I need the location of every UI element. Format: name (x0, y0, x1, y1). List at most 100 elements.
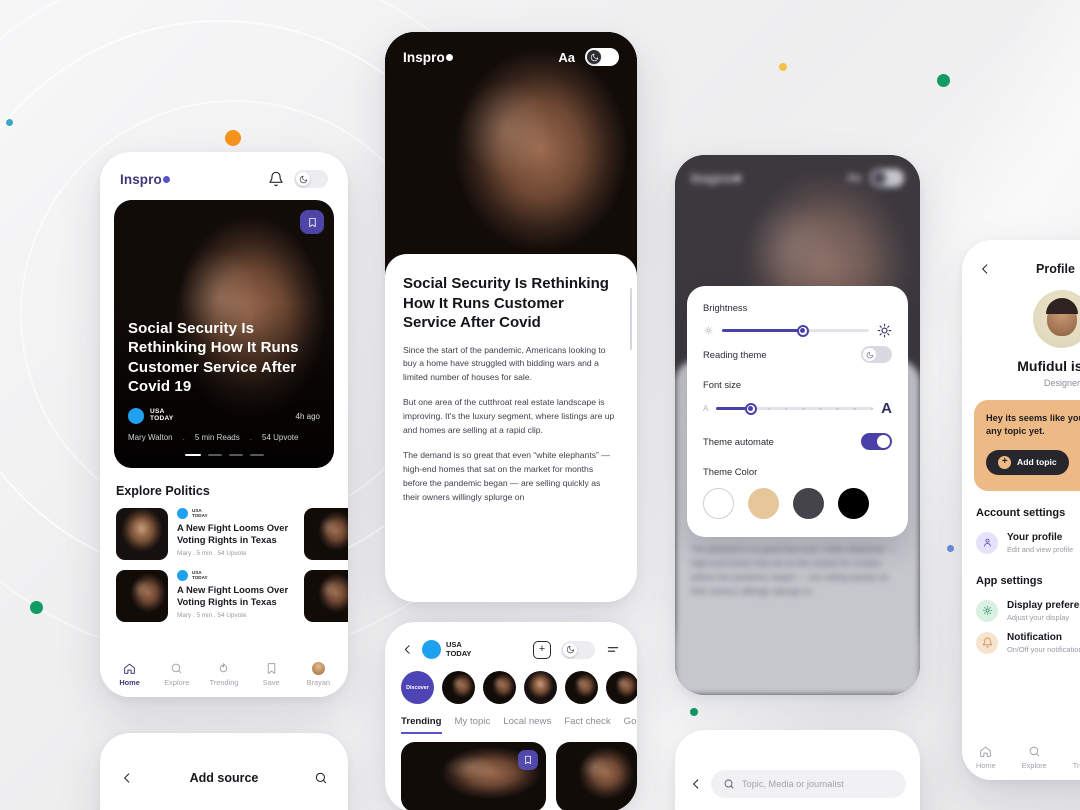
plus-icon[interactable]: + (533, 640, 551, 659)
settings-item-subtitle: On/Off your notification (1007, 644, 1080, 654)
swatch-black[interactable] (838, 488, 869, 519)
hero-readtime: 5 min Reads (194, 433, 240, 442)
dot-green2 (30, 601, 43, 614)
bell-icon[interactable] (268, 171, 284, 187)
bookmark-icon[interactable] (300, 210, 324, 234)
phone-topics-screen: USA TODAY + Discover Trending My topic L… (385, 622, 637, 810)
sidebar-item-home[interactable]: Home (106, 662, 153, 687)
list-item[interactable]: USA TODAY A New Fight Looms Over Voting R… (116, 570, 294, 622)
settings-item-your-profile[interactable]: Your profile Edit and view profile (962, 527, 1080, 559)
bookmark-icon[interactable] (517, 750, 538, 770)
sidebar-item-trending[interactable]: Trending (1073, 745, 1080, 770)
tab-my-topic[interactable]: My topic (455, 716, 491, 734)
chevron-left-icon[interactable] (978, 262, 992, 276)
bell-icon (976, 631, 998, 654)
theme-color-swatches (703, 488, 892, 519)
bottom-navigation: Home Explore Trending (962, 734, 1080, 780)
story-list: Discover (385, 659, 637, 704)
dot-blue (947, 545, 954, 552)
font-size-slider[interactable]: A A (703, 400, 892, 417)
phone-profile-screen: Profile Mufidul islam Designer Hey its s… (962, 240, 1080, 780)
section-title-explore-politics: Explore Politics (116, 484, 210, 498)
page-title: Add source (189, 771, 259, 785)
theme-automate-toggle[interactable] (861, 433, 892, 450)
settings-item-notification[interactable]: Notification On/Off your notification (962, 627, 1080, 659)
hero-meta: Mary Walton. 5 min Reads. 54 Upvote (128, 433, 299, 442)
sidebar-item-home[interactable]: Home (976, 745, 996, 770)
source-usa-today[interactable]: USA TODAY (422, 640, 471, 659)
article-title: Social Security Is Rethinking How It Run… (403, 275, 609, 331)
settings-item-subtitle: Adjust your display (1007, 612, 1070, 622)
list-item[interactable]: USATODAY A New Fight Over Vot Mary . 5 m… (304, 570, 348, 622)
plus-icon: + (998, 455, 1011, 469)
swatch-beige[interactable] (748, 488, 779, 519)
sun-large-icon (877, 323, 892, 338)
story-avatar[interactable] (565, 671, 598, 704)
topic-article-card[interactable] (401, 742, 546, 810)
search-input[interactable]: Topic, Media or journalist (711, 770, 906, 798)
hero-upvotes: 54 Upvote (262, 433, 299, 442)
add-topic-promo-card: Hey its seems like you didn't add any to… (974, 400, 1080, 491)
story-avatar[interactable] (442, 671, 475, 704)
story-avatar[interactable] (606, 671, 637, 704)
chevron-left-icon[interactable] (689, 777, 703, 791)
dark-mode-toggle[interactable] (294, 170, 328, 188)
phone-home-screen: Inspro Social Security Is Rethinking How (100, 152, 348, 697)
chevron-left-icon[interactable] (401, 643, 414, 656)
topic-article-card[interactable] (555, 742, 637, 810)
brightness-icon (976, 599, 998, 622)
swatch-white[interactable] (703, 488, 734, 519)
dark-mode-toggle[interactable] (561, 640, 595, 659)
usa-today-logo-icon (128, 408, 144, 424)
list-item[interactable]: USATODAY Biden Aims to Rebuild Legal Imm… (304, 508, 348, 560)
add-topic-button[interactable]: + Add topic (986, 449, 1069, 475)
bottom-navigation: Home Explore Trending Save Brayan (100, 651, 348, 697)
avatar (1033, 290, 1080, 348)
sidebar-item-profile[interactable]: Brayan (295, 661, 342, 687)
settings-item-display-preferences[interactable]: Display preferences Adjust your display (962, 595, 1080, 627)
dot-green (937, 74, 950, 87)
settings-item-title: Your profile (1007, 531, 1063, 543)
list-item[interactable]: USA TODAY A New Fight Looms Over Voting R… (116, 508, 294, 560)
article-paragraph: But one area of the cutthroat real estat… (403, 397, 615, 436)
story-discover[interactable]: Discover (401, 671, 434, 704)
sidebar-item-explore[interactable]: Explore (1022, 745, 1047, 770)
tab-trending[interactable]: Trending (401, 716, 442, 734)
dot-orange (225, 130, 241, 146)
tab-good-news[interactable]: Good news (624, 716, 637, 734)
story-avatar[interactable] (524, 671, 557, 704)
scrollbar[interactable] (630, 288, 632, 350)
dark-mode-toggle[interactable] (585, 48, 619, 66)
story-avatar[interactable] (483, 671, 516, 704)
list-item-title: A New Fight Looms Over Voting Rights in … (177, 522, 289, 546)
tab-local-news[interactable]: Local news (503, 716, 551, 734)
reading-theme-toggle[interactable] (861, 346, 892, 363)
phone-reader-settings-screen: Inspro Aa Social Security Is Rethinking … (675, 155, 920, 695)
topic-tabs: Trending My topic Local news Fact check … (385, 704, 637, 734)
sidebar-item-explore[interactable]: Explore (153, 662, 200, 687)
dot-cyan (6, 119, 13, 126)
brightness-slider[interactable] (703, 323, 892, 338)
usa-today-logo-icon (177, 508, 188, 519)
avatar (311, 661, 325, 675)
user-icon (976, 531, 998, 554)
tab-fact-check[interactable]: Fact check (564, 716, 610, 734)
phone-search-screen: Topic, Media or journalist (675, 730, 920, 810)
hero-article-card[interactable]: Social Security Is Rethinking How It Run… (114, 200, 334, 468)
phone-article-screen: Inspro Aa Social Security Is Rethinking … (385, 32, 637, 602)
sidebar-item-trending[interactable]: Trending (200, 662, 247, 687)
theme-automate-label: Theme automate (703, 436, 774, 447)
moon-icon (590, 53, 598, 61)
profile-name: Mufidul islam (1017, 358, 1080, 374)
filter-icon[interactable] (605, 643, 621, 657)
phone-add-source-screen: Add source (100, 733, 348, 810)
list-item-title: A New Fight Looms Over Voting Rights in … (177, 584, 289, 608)
sidebar-item-save[interactable]: Save (248, 662, 295, 687)
font-size-button[interactable]: Aa (558, 50, 575, 65)
profile-role: Designer (1043, 378, 1080, 388)
chevron-left-icon[interactable] (120, 771, 134, 785)
carousel-pager[interactable] (128, 454, 320, 456)
search-icon[interactable] (314, 771, 328, 785)
swatch-gray[interactable] (793, 488, 824, 519)
settings-item-title: Display preferences (1007, 599, 1080, 611)
